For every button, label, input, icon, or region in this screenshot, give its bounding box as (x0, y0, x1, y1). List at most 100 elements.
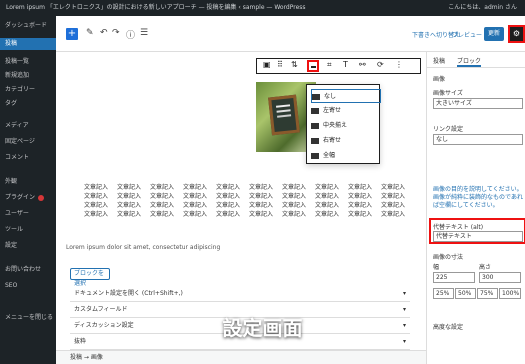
block-title: 画像 (433, 76, 446, 83)
drag-icon[interactable]: ⠿ (277, 60, 283, 69)
align-none-option[interactable]: なし (311, 89, 381, 103)
sidebar-item-tools[interactable]: ツール (0, 224, 56, 236)
text-cell: 文章記入 (315, 184, 340, 191)
block-breadcrumb[interactable]: 投稿 → 画像 (56, 350, 426, 364)
text-cell: 文章記入 (150, 193, 175, 200)
align-none-icon (312, 93, 320, 100)
sidebar-item-tags[interactable]: タグ (0, 98, 56, 110)
sidebar-item-dashboard[interactable]: ダッシュボード (0, 20, 56, 32)
update-badge (38, 194, 45, 201)
link-select[interactable]: なし (433, 134, 523, 145)
link-icon[interactable]: ⚯ (359, 60, 366, 69)
height-input[interactable]: 300 (479, 272, 521, 283)
link-label: リンク設定 (433, 126, 464, 133)
align-right-label: 右寄せ (323, 137, 342, 144)
percent-50-button[interactable]: 50% (455, 288, 476, 299)
sidebar-item-seo[interactable]: SEO (0, 280, 56, 292)
admin-greeting[interactable]: こんにちは、admin さん (448, 0, 517, 16)
sidebar-item-categories[interactable]: カテゴリー (0, 84, 56, 96)
image-icon[interactable]: ▣ (263, 60, 271, 69)
align-left-label: 左寄せ (323, 107, 342, 114)
more-icon[interactable]: ⋮ (395, 60, 403, 69)
align-center-label: 中央揃え (323, 122, 348, 129)
replace-icon[interactable]: ⟳ (377, 60, 384, 69)
sidebar-item-comments[interactable]: コメント (0, 152, 56, 164)
text-row: 文章記入 文章記入 文章記入 文章記入 文章記入 文章記入 文章記入 文章記入 文章記入 文章記入 (84, 200, 414, 209)
pencil-icon[interactable]: ✎ (86, 28, 94, 38)
align-left-option[interactable]: 左寄せ (311, 104, 381, 118)
text-cell: 文章記入 (381, 184, 406, 191)
align-full-option[interactable]: 全幅 (311, 149, 381, 163)
text-cell: 文章記入 (381, 211, 406, 218)
text-cell: 文章記入 (249, 184, 274, 191)
video-caption: 設定画面 (222, 316, 303, 340)
percent-25-button[interactable]: 25% (433, 288, 454, 299)
settings-tabs: 投稿 ブロック (427, 52, 525, 68)
text-cell: 文章記入 (216, 193, 241, 200)
image-size-select[interactable]: 大きいサイズ (433, 98, 523, 109)
align-right-icon (311, 137, 319, 144)
add-block-button[interactable]: + (66, 28, 78, 40)
sidebar-item-all-posts[interactable]: 投稿一覧 (0, 56, 56, 68)
text-cell: 文章記入 (348, 184, 373, 191)
sidebar-item-plugins[interactable]: プラグイン (0, 192, 56, 204)
move-icon[interactable]: ⇅ (291, 60, 298, 69)
undo-icon[interactable]: ↶ (100, 28, 108, 38)
sidebar-item-posts[interactable]: 投稿 (0, 38, 56, 50)
tab-post[interactable]: 投稿 (433, 56, 445, 65)
align-right-option[interactable]: 右寄せ (311, 134, 381, 148)
sidebar-item-media[interactable]: メディア (0, 120, 56, 132)
text-cell: 文章記入 (249, 202, 274, 209)
settings-button[interactable]: ⚙ (508, 25, 525, 43)
alignment-dropdown: なし 左寄せ 中央揃え 右寄せ 全幅 (306, 84, 381, 164)
percent-100-button[interactable]: 100% (499, 288, 521, 299)
sidebar-item-appearance[interactable]: 外観 (0, 176, 56, 188)
chalkboard-image (268, 94, 300, 136)
text-cell: 文章記入 (216, 211, 241, 218)
text-cell: 文章記入 (183, 193, 208, 200)
list-item[interactable]: ドキュメント設定を開く (Ctrl+Shift+,) ▾ (70, 286, 410, 302)
text-cell: 文章記入 (381, 193, 406, 200)
height-label: 高さ (479, 264, 492, 271)
text-cell: 文章記入 (183, 184, 208, 191)
list-view-icon[interactable]: ☰ (140, 28, 148, 38)
text-cell: 文章記入 (117, 184, 142, 191)
info-icon[interactable]: ⓘ (126, 28, 135, 41)
sidebar-item-settings[interactable]: 設定 (0, 240, 56, 252)
percent-75-button[interactable]: 75% (477, 288, 498, 299)
tab-block[interactable]: ブロック (457, 56, 482, 67)
align-icon[interactable] (307, 60, 319, 72)
align-center-option[interactable]: 中央揃え (311, 119, 381, 133)
sidebar-item-contact[interactable]: お問い合わせ (0, 264, 56, 276)
sidebar-item-plugins-label: プラグイン (5, 194, 36, 201)
sidebar-item-users[interactable]: ユーザー (0, 208, 56, 220)
sidebar-item-add-new[interactable]: 新規追加 (0, 70, 56, 82)
text-cell: 文章記入 (150, 211, 175, 218)
list-item-label: ドキュメント設定を開く (Ctrl+Shift+,) (74, 290, 183, 297)
align-left-icon (311, 107, 319, 114)
text-cell: 文章記入 (216, 184, 241, 191)
update-button[interactable]: 更新 (484, 27, 504, 41)
text-paragraph[interactable]: 文章記入 文章記入 文章記入 文章記入 文章記入 文章記入 文章記入 文章記入 文章記入 文章記入… (84, 182, 414, 218)
align-full-label: 全幅 (323, 152, 336, 159)
select-block-button[interactable]: ブロックを選択 (70, 268, 110, 287)
text-cell: 文章記入 (117, 202, 142, 209)
alt-help-text[interactable]: 画像の目的を説明してください。画像が純粋に装飾的なものであれば空欄にしてください… (433, 186, 523, 210)
preview-link[interactable]: プレビュー (452, 30, 482, 39)
app-window: Lorem ipsum 「エレクトロニクス」の設計における新しいアプローチ — … (0, 0, 525, 364)
text-cell: 文章記入 (348, 202, 373, 209)
alt-text-label: 代替テキスト (alt) (433, 224, 484, 231)
crop-icon[interactable]: ⌗ (327, 60, 332, 70)
editor-toolbar: + ✎ ↶ ↷ ⓘ ☰ 下書きへ切り替え プレビュー 更新 ⚙ (56, 16, 525, 52)
width-input[interactable]: 225 (433, 272, 475, 283)
text-cell: 文章記入 (84, 193, 109, 200)
text-row: 文章記入 文章記入 文章記入 文章記入 文章記入 文章記入 文章記入 文章記入 文章記入 文章記入 (84, 182, 414, 191)
redo-icon[interactable]: ↷ (112, 28, 120, 38)
align-center-icon (311, 122, 319, 129)
block-toolbar: ▣ ⠿ ⇅ ⌗ T ⚯ ⟳ ⋮ (256, 58, 421, 74)
caption-text[interactable]: Lorem ipsum dolor sit amet, consectetur … (66, 244, 220, 251)
alt-text-input[interactable]: 代替テキスト (433, 231, 523, 242)
window-title: Lorem ipsum 「エレクトロニクス」の設計における新しいアプローチ — … (6, 4, 306, 11)
sidebar-item-pages[interactable]: 固定ページ (0, 136, 56, 148)
text-overlay-icon[interactable]: T (343, 60, 348, 69)
